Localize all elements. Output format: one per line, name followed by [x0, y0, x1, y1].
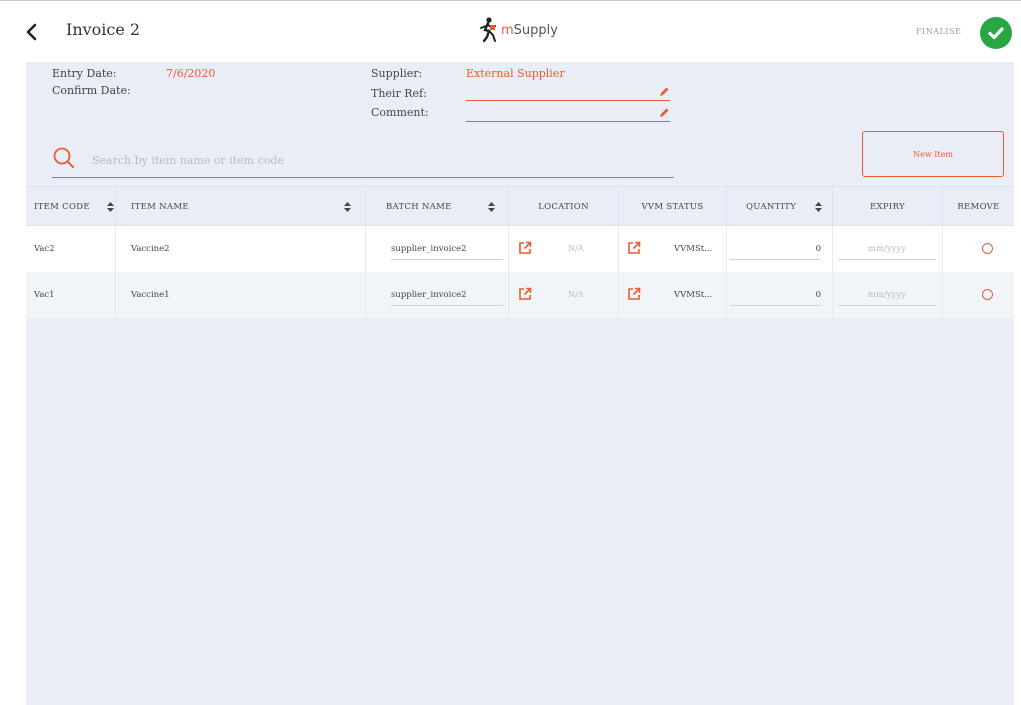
their-ref-field[interactable]	[466, 87, 670, 101]
remove-circle-icon[interactable]	[982, 289, 993, 300]
col-vvm-status: VVM STATUS	[619, 187, 727, 227]
vvm-status-cell: VVMSt...	[619, 226, 727, 272]
batch-name-cell: supplier_invoice2	[366, 272, 509, 318]
quantity-cell: 0	[727, 272, 833, 318]
quantity-input[interactable]: 0	[730, 238, 821, 260]
entry-date-value: 7/6/2020	[166, 67, 216, 80]
entry-date-label: Entry Date:	[52, 67, 117, 80]
top-bar: Invoice 2 mSupply FINALISE	[0, 0, 1021, 62]
col-remove: REMOVE	[957, 202, 1000, 212]
remove-circle-icon[interactable]	[982, 243, 993, 254]
location-cell: N/A	[509, 226, 619, 272]
expiry-cell: mm/yyyy	[833, 226, 943, 272]
comment-label: Comment:	[371, 106, 429, 119]
items-table: ITEM CODE ITEM NAME BATCH NAME LOCATION …	[26, 186, 1014, 318]
brand-logo: mSupply	[478, 17, 558, 43]
supplier-label: Supplier:	[371, 67, 423, 80]
search-bar[interactable]	[52, 142, 674, 178]
new-item-button[interactable]: New Item	[862, 131, 1004, 177]
finalise-label[interactable]: FINALISE	[916, 27, 961, 36]
table-row[interactable]: Vac2 Vaccine2 supplier_invoice2 N/A VVMS…	[26, 226, 1014, 272]
expiry-input[interactable]: mm/yyyy	[838, 284, 936, 306]
supplier-value[interactable]: External Supplier	[466, 67, 565, 80]
quantity-cell: 0	[727, 226, 833, 272]
expiry-cell: mm/yyyy	[833, 272, 943, 318]
vvm-status-cell: VVMSt...	[619, 272, 727, 318]
chevron-left-icon[interactable]	[22, 21, 44, 43]
location-value: N/A	[568, 290, 584, 299]
expiry-input[interactable]: mm/yyyy	[838, 238, 936, 260]
external-link-icon[interactable]	[627, 287, 641, 301]
external-link-icon[interactable]	[518, 287, 532, 301]
batch-name-input[interactable]: supplier_invoice2	[391, 238, 503, 260]
col-expiry: EXPIRY	[833, 187, 943, 227]
item-name-cell: Vaccine2	[116, 226, 366, 272]
col-batch-name[interactable]: BATCH NAME	[366, 187, 509, 227]
batch-name-cell: supplier_invoice2	[366, 226, 509, 272]
col-location: LOCATION	[509, 187, 619, 227]
sort-icon[interactable]	[344, 202, 351, 212]
remove-cell	[943, 272, 1014, 318]
comment-field[interactable]	[466, 108, 670, 122]
vvm-status-value: VVMSt...	[674, 290, 713, 300]
search-input[interactable]	[92, 150, 652, 170]
item-code-cell: Vac2	[26, 226, 116, 272]
finalise-button[interactable]	[980, 17, 1012, 49]
item-name-cell: Vaccine1	[116, 272, 366, 318]
col-item-code[interactable]: ITEM CODE	[26, 187, 116, 227]
sort-icon[interactable]	[488, 202, 495, 212]
batch-name-input[interactable]: supplier_invoice2	[391, 284, 503, 306]
external-link-icon[interactable]	[627, 241, 641, 255]
quantity-input[interactable]: 0	[730, 284, 821, 306]
brand-name: mSupply	[501, 22, 558, 38]
confirm-date-label: Confirm Date:	[52, 84, 131, 97]
pencil-icon[interactable]	[658, 107, 670, 119]
msupply-runner-icon	[480, 17, 496, 43]
item-code-cell: Vac1	[26, 272, 116, 318]
col-quantity[interactable]: QUANTITY	[727, 187, 833, 227]
external-link-icon[interactable]	[518, 241, 532, 255]
table-header: ITEM CODE ITEM NAME BATCH NAME LOCATION …	[26, 186, 1014, 227]
remove-cell	[943, 226, 1014, 272]
sort-icon[interactable]	[107, 202, 114, 212]
table-row[interactable]: Vac1 Vaccine1 supplier_invoice2 N/A VVMS…	[26, 272, 1014, 318]
location-cell: N/A	[509, 272, 619, 318]
check-icon	[988, 27, 1004, 40]
vvm-status-value: VVMSt...	[674, 244, 713, 254]
their-ref-label: Their Ref:	[371, 87, 427, 100]
sort-icon[interactable]	[815, 202, 822, 212]
search-icon	[53, 147, 74, 168]
page-title: Invoice 2	[66, 20, 141, 39]
col-item-name[interactable]: ITEM NAME	[116, 187, 366, 227]
location-value: N/A	[568, 244, 584, 253]
main-panel: Entry Date: 7/6/2020 Confirm Date: Suppl…	[26, 62, 1014, 705]
pencil-icon[interactable]	[658, 86, 670, 98]
